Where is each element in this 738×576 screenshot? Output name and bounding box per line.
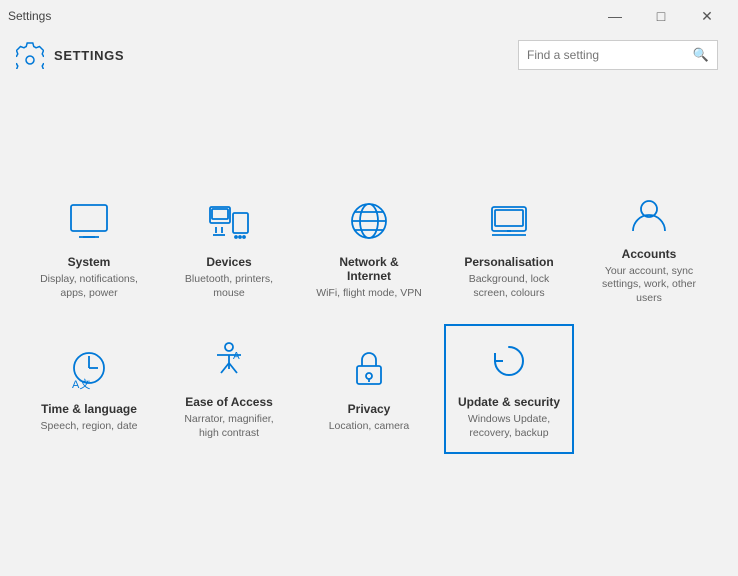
header-title: SETTINGS xyxy=(54,48,124,63)
maximize-button[interactable]: □ xyxy=(638,0,684,32)
tile-accounts-subtitle: Your account, sync settings, work, other… xyxy=(596,265,702,306)
accounts-icon xyxy=(625,193,673,237)
tile-accounts[interactable]: Accounts Your account, sync settings, wor… xyxy=(584,184,714,314)
tile-network-title: Network & Internet xyxy=(316,255,422,283)
svg-text:A文: A文 xyxy=(72,377,90,390)
header-left: SETTINGS xyxy=(16,41,124,69)
tile-personalisation-subtitle: Background, lock screen, colours xyxy=(456,273,562,300)
tile-time-language[interactable]: A文 Time & language Speech, region, date xyxy=(24,324,154,454)
tile-devices-title: Devices xyxy=(206,255,251,269)
tile-time-language-subtitle: Speech, region, date xyxy=(41,420,138,434)
tile-ease-of-access-title: Ease of Access xyxy=(185,395,273,409)
tile-privacy-title: Privacy xyxy=(348,402,391,416)
title-bar-label: Settings xyxy=(8,9,51,23)
title-bar: Settings — □ ✕ xyxy=(0,0,738,32)
system-icon xyxy=(65,197,113,245)
tile-accounts-title: Accounts xyxy=(622,247,677,261)
tile-devices[interactable]: Devices Bluetooth, printers, mouse xyxy=(164,184,294,314)
ease-of-access-icon: A xyxy=(205,337,253,385)
settings-logo-icon xyxy=(16,41,44,69)
svg-text:A: A xyxy=(233,351,240,362)
devices-icon xyxy=(205,197,253,245)
close-button[interactable]: ✕ xyxy=(684,0,730,32)
tile-update-security-subtitle: Windows Update, recovery, backup xyxy=(456,413,562,440)
tile-network[interactable]: Network & Internet WiFi, flight mode, VPN xyxy=(304,184,434,314)
tile-system[interactable]: System Display, notifications, apps, powe… xyxy=(24,184,154,314)
tile-system-subtitle: Display, notifications, apps, power xyxy=(36,273,142,300)
tile-devices-subtitle: Bluetooth, printers, mouse xyxy=(176,273,282,300)
title-bar-controls: — □ ✕ xyxy=(592,0,730,32)
privacy-icon xyxy=(345,344,393,392)
search-input[interactable] xyxy=(527,48,693,62)
tile-privacy[interactable]: Privacy Location, camera xyxy=(304,324,434,454)
update-security-icon xyxy=(485,337,533,385)
tile-system-title: System xyxy=(68,255,111,269)
network-icon xyxy=(345,197,393,245)
tile-update-security[interactable]: Update & security Windows Update, recover… xyxy=(444,324,574,454)
search-box[interactable]: 🔍 xyxy=(518,40,718,70)
search-icon: 🔍 xyxy=(693,47,709,63)
tile-personalisation-title: Personalisation xyxy=(464,255,553,269)
time-language-icon: A文 xyxy=(65,344,113,392)
tile-ease-of-access-subtitle: Narrator, magnifier, high contrast xyxy=(176,413,282,440)
personalisation-icon xyxy=(485,197,533,245)
tile-privacy-subtitle: Location, camera xyxy=(329,420,410,434)
tile-network-subtitle: WiFi, flight mode, VPN xyxy=(316,287,422,301)
grid-container: System Display, notifications, apps, powe… xyxy=(0,82,738,576)
minimize-button[interactable]: — xyxy=(592,0,638,32)
header: SETTINGS 🔍 xyxy=(0,32,738,82)
settings-grid: System Display, notifications, apps, powe… xyxy=(24,184,714,454)
tile-ease-of-access[interactable]: A Ease of Access Narrator, magnifier, hig… xyxy=(164,324,294,454)
tile-personalisation[interactable]: Personalisation Background, lock screen, … xyxy=(444,184,574,314)
title-bar-left: Settings xyxy=(0,9,51,23)
tile-time-language-title: Time & language xyxy=(41,402,137,416)
settings-window: Settings — □ ✕ SETTINGS 🔍 System Display,… xyxy=(0,0,738,576)
tile-update-security-title: Update & security xyxy=(458,395,560,409)
